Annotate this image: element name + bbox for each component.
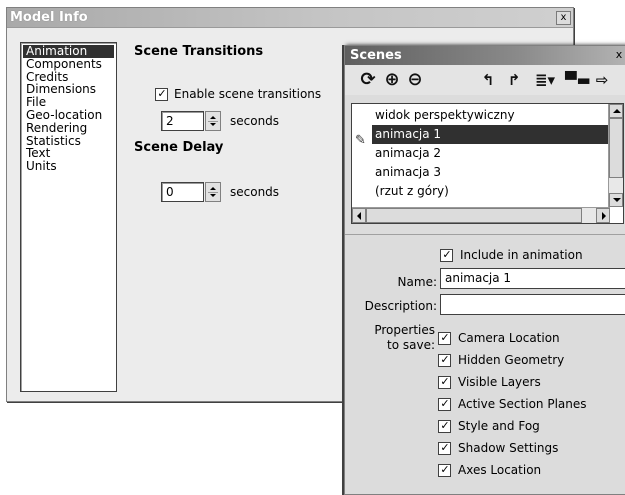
scenes-titlebar[interactable]: Scenes x — [345, 46, 625, 65]
move-down-icon[interactable]: ↱ — [507, 69, 521, 91]
checkmark-icon: ✓ — [440, 463, 450, 476]
include-in-animation-checkbox[interactable]: ✓ — [440, 248, 453, 262]
scene-list-viewport: ✎ widok perspektywiczny animacja 1 anima… — [352, 104, 610, 207]
scene-name-input[interactable]: animacja 1 — [440, 268, 625, 289]
model-info-close-button[interactable]: x — [556, 11, 571, 25]
scene-item[interactable]: widok perspektywiczny — [372, 106, 610, 125]
property-label[interactable]: Shadow Settings — [458, 441, 558, 455]
checkmark-icon: ✓ — [440, 419, 450, 432]
arrow-right-icon — [602, 212, 606, 220]
move-up-icon[interactable]: ↰ — [481, 69, 495, 91]
checkmark-icon: ✓ — [440, 441, 450, 454]
model-info-title: Model Info — [10, 10, 88, 25]
property-checkbox[interactable]: ✓ — [438, 397, 451, 411]
arrow-down-icon — [613, 198, 621, 202]
property-label[interactable]: Axes Location — [458, 463, 541, 477]
property-checkbox[interactable]: ✓ — [438, 441, 451, 455]
property-checkbox[interactable]: ✓ — [438, 331, 451, 345]
property-checkbox[interactable]: ✓ — [438, 419, 451, 433]
arrow-up-icon — [613, 109, 621, 113]
scene-item[interactable]: animacja 3 — [372, 163, 610, 182]
category-list: Animation Components Credits Dimensions … — [20, 42, 117, 392]
spinner-down-icon[interactable] — [210, 194, 216, 197]
remove-scene-icon[interactable]: ⊖ — [405, 69, 425, 91]
property-label[interactable]: Camera Location — [458, 331, 560, 345]
property-label[interactable]: Style and Fog — [458, 419, 540, 433]
scenes-toolbar: ⟳ ⊕ ⊖ ↰ ↱ ≣▾ ▀▬ ⇨ — [345, 65, 625, 95]
property-checkbox[interactable]: ✓ — [438, 375, 451, 389]
spinner-up-icon[interactable] — [210, 187, 216, 190]
category-item-geo-location[interactable]: Geo-location — [23, 109, 114, 122]
scenes-title: Scenes — [350, 48, 402, 63]
scene-item[interactable]: (rzut z góry) — [372, 182, 610, 201]
model-info-titlebar[interactable]: Model Info x — [7, 8, 573, 28]
scene-item[interactable]: animacja 2 — [372, 144, 610, 163]
scroll-down-button[interactable] — [609, 193, 623, 207]
delay-seconds-unit: seconds — [230, 185, 280, 199]
category-item-components[interactable]: Components — [23, 57, 114, 71]
name-label: Name: — [397, 275, 437, 289]
scenes-close-button[interactable]: x — [613, 49, 625, 63]
scroll-left-button[interactable] — [352, 208, 366, 223]
delay-seconds-input[interactable]: 0 — [161, 182, 204, 202]
pencil-icon: ✎ — [355, 133, 366, 148]
property-label[interactable]: Hidden Geometry — [458, 353, 564, 367]
scene-delay-heading: Scene Delay — [134, 140, 224, 155]
delay-seconds-spinner[interactable] — [205, 182, 221, 202]
scenes-window: Scenes x ⟳ ⊕ ⊖ ↰ ↱ ≣▾ ▀▬ ⇨ ✎ widok persp… — [344, 45, 625, 495]
transition-seconds-input[interactable]: 2 — [161, 111, 204, 131]
property-checkbox[interactable]: ✓ — [438, 353, 451, 367]
property-label[interactable]: Active Section Planes — [458, 397, 587, 411]
spinner-divider — [208, 192, 218, 193]
properties-to-save-label: Properties to save: — [345, 323, 435, 353]
checkmark-icon: ✓ — [440, 353, 450, 366]
arrow-left-icon — [357, 212, 361, 220]
category-item-animation[interactable]: Animation — [23, 45, 114, 58]
enable-transitions-label[interactable]: Enable scene transitions — [174, 87, 321, 101]
description-label: Description: — [364, 299, 437, 313]
checkmark-icon: ✓ — [440, 397, 450, 410]
checkmark-icon: ✓ — [440, 375, 450, 388]
scroll-up-button[interactable] — [609, 104, 623, 118]
transition-seconds-spinner[interactable] — [205, 111, 221, 131]
category-item-units[interactable]: Units — [23, 160, 114, 173]
scene-transitions-heading: Scene Transitions — [134, 44, 264, 59]
include-in-animation-label[interactable]: Include in animation — [460, 248, 583, 262]
scene-list-vertical-scrollbar[interactable] — [608, 104, 623, 207]
refresh-icon[interactable]: ⟳ — [358, 69, 378, 91]
spinner-divider — [208, 121, 218, 122]
transition-seconds-unit: seconds — [230, 114, 280, 128]
property-checkbox[interactable]: ✓ — [438, 463, 451, 477]
scene-list-horizontal-scrollbar[interactable] — [352, 207, 610, 223]
spinner-up-icon[interactable] — [210, 116, 216, 119]
enable-transitions-checkbox[interactable]: ✓ — [155, 87, 168, 101]
scene-item-selected[interactable]: animacja 1 — [372, 125, 610, 144]
panel-divider — [345, 234, 625, 235]
export-icon[interactable]: ⇨ — [592, 69, 612, 91]
checkmark-icon: ✓ — [442, 248, 452, 261]
scene-list: ✎ widok perspektywiczny animacja 1 anima… — [351, 103, 624, 224]
property-label[interactable]: Visible Layers — [458, 375, 541, 389]
scene-description-input[interactable] — [440, 294, 625, 315]
category-item-rendering[interactable]: Rendering — [23, 121, 114, 135]
scroll-thumb[interactable] — [366, 208, 582, 223]
properties-label-line1: Properties — [374, 323, 435, 337]
add-scene-icon[interactable]: ⊕ — [382, 69, 402, 91]
checkmark-icon: ✓ — [157, 87, 167, 100]
scroll-right-button[interactable] — [596, 208, 610, 223]
view-options-icon[interactable]: ≣▾ — [532, 69, 558, 91]
spinner-down-icon[interactable] — [210, 123, 216, 126]
properties-label-line2: to save: — [387, 338, 435, 352]
checkmark-icon: ✓ — [440, 331, 450, 344]
details-icon[interactable]: ▀▬ — [565, 69, 591, 91]
scroll-thumb[interactable] — [609, 118, 623, 178]
